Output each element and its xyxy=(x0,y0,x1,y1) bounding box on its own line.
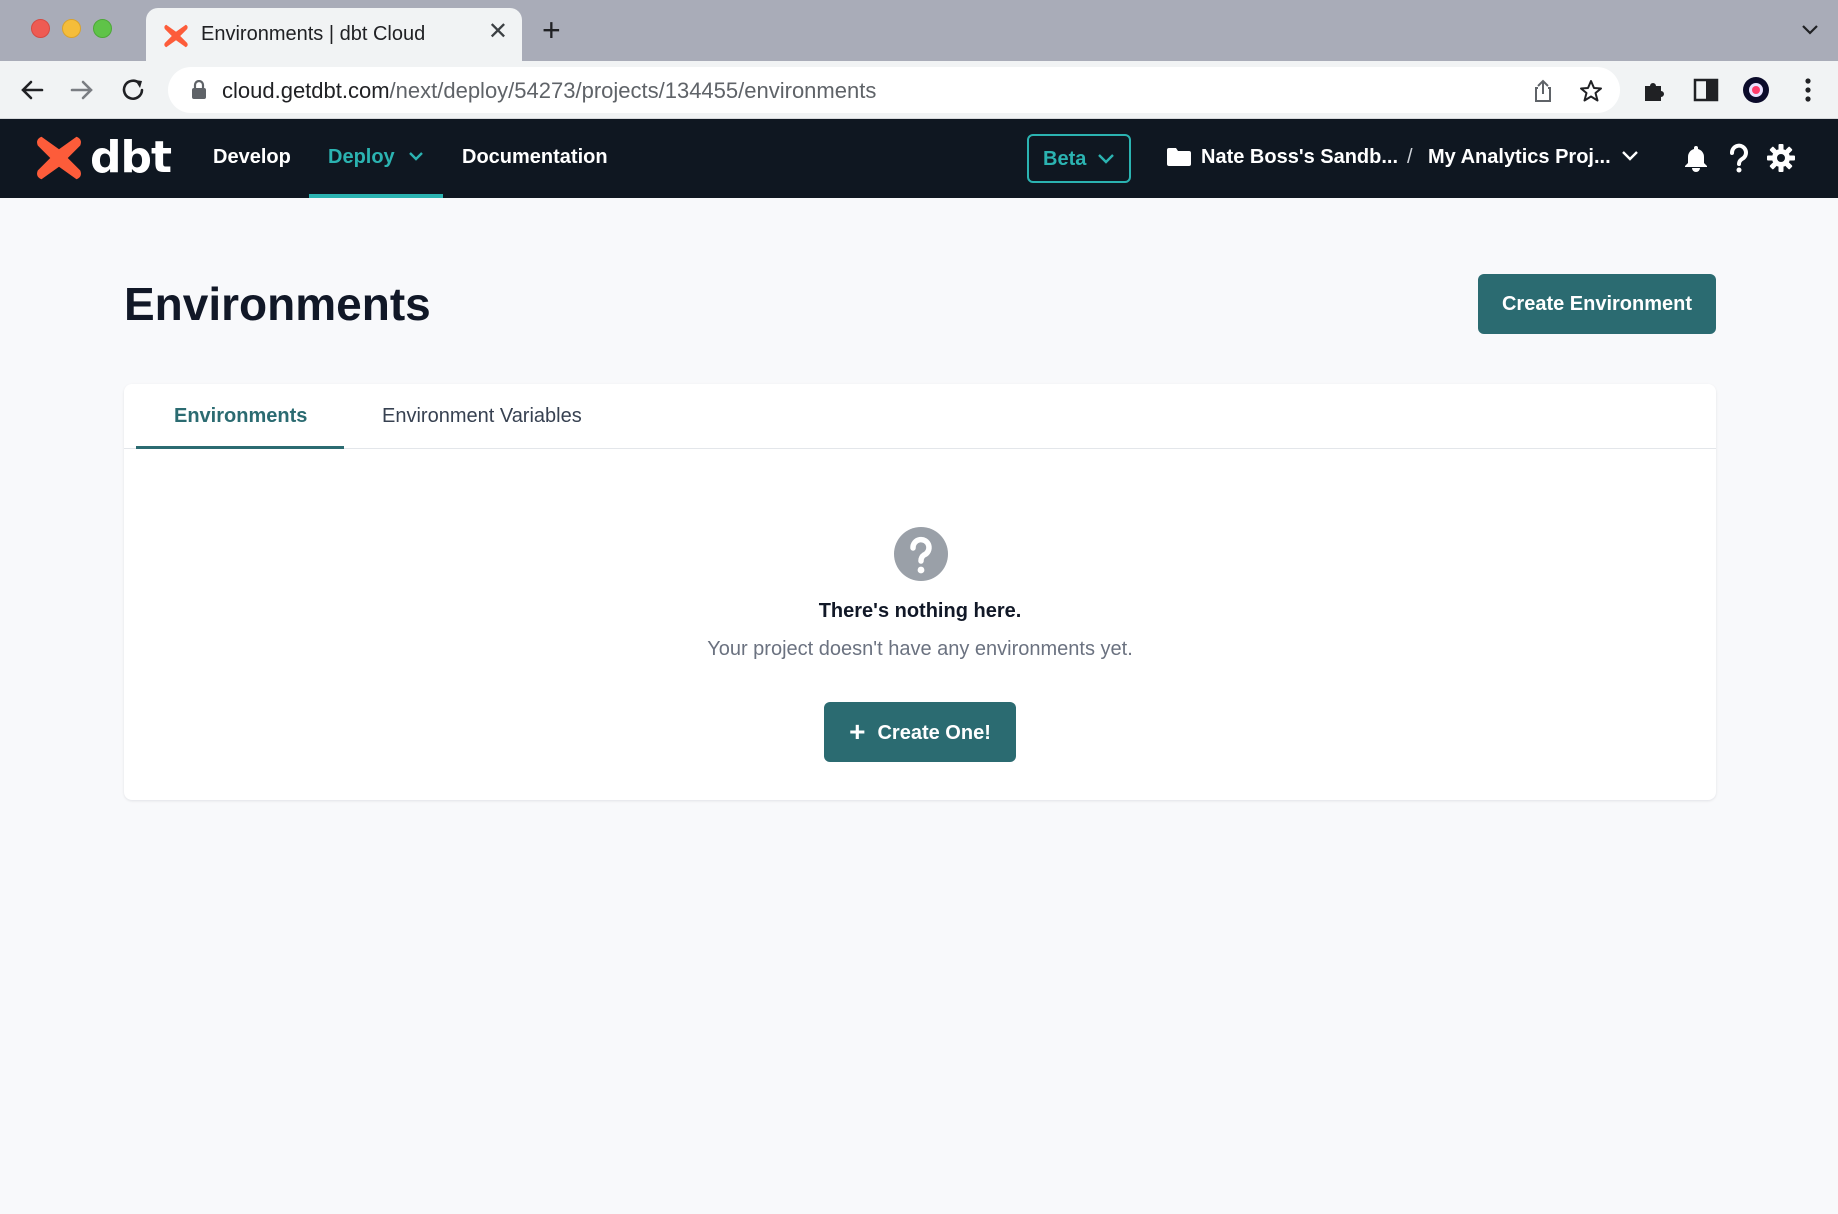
chevron-down-icon xyxy=(409,152,424,161)
plus-icon: + xyxy=(849,716,866,747)
new-tab-icon[interactable]: + xyxy=(542,14,561,46)
browser-menu-icon[interactable] xyxy=(1793,75,1823,105)
extensions-icon[interactable] xyxy=(1640,75,1670,105)
chevron-down-icon xyxy=(1622,151,1638,161)
account-name: Nate Boss's Sandb... xyxy=(1201,146,1399,168)
question-circle-icon xyxy=(894,527,948,581)
help-icon[interactable] xyxy=(1724,143,1754,173)
url-text: cloud.getdbt.com/next/deploy/54273/proje… xyxy=(222,78,876,104)
beta-label: Beta xyxy=(1043,148,1087,170)
nav-develop[interactable]: Develop xyxy=(213,146,291,169)
tab-bar: Environments Environment Variables xyxy=(124,384,1716,449)
tab-environments[interactable]: Environments xyxy=(174,405,307,428)
beta-dropdown[interactable]: Beta xyxy=(1027,134,1131,183)
browser-tab-strip: Environments | dbt Cloud ✕ + xyxy=(0,0,1838,61)
address-bar[interactable]: cloud.getdbt.com/next/deploy/54273/proje… xyxy=(168,67,1620,113)
project-name: My Analytics Proj... xyxy=(1428,146,1611,168)
logo-text: dbt xyxy=(90,132,172,183)
tab-search-chevron-icon[interactable] xyxy=(1800,20,1820,40)
nav-documentation[interactable]: Documentation xyxy=(462,146,608,169)
dbt-favicon-icon xyxy=(164,24,188,48)
nav-active-indicator xyxy=(309,194,443,198)
lock-icon[interactable] xyxy=(190,80,208,100)
profile-icon[interactable] xyxy=(1741,75,1771,105)
tab-environment-variables[interactable]: Environment Variables xyxy=(382,405,582,428)
url-domain: cloud.getdbt.com xyxy=(222,78,390,103)
create-one-label: Create One! xyxy=(877,722,991,744)
nav-deploy[interactable]: Deploy xyxy=(328,146,424,169)
close-tab-icon[interactable]: ✕ xyxy=(488,20,508,44)
browser-tab[interactable]: Environments | dbt Cloud ✕ xyxy=(146,8,522,61)
share-icon[interactable] xyxy=(1530,78,1556,104)
breadcrumb-separator: / xyxy=(1407,146,1413,168)
chevron-down-icon xyxy=(1098,154,1114,164)
reload-icon[interactable] xyxy=(117,74,149,106)
star-icon[interactable] xyxy=(1578,78,1604,104)
page-title: Environments xyxy=(124,278,431,330)
close-window-button[interactable] xyxy=(31,19,50,38)
tab-title: Environments | dbt Cloud xyxy=(201,23,426,45)
nav-deploy-label: Deploy xyxy=(328,146,395,168)
app-header: dbt Develop Deploy Documentation Beta Na… xyxy=(0,119,1838,198)
forward-icon[interactable] xyxy=(66,74,98,106)
dbt-logo[interactable]: dbt xyxy=(34,132,174,184)
tab-active-indicator xyxy=(136,446,344,449)
dbt-logo-icon xyxy=(37,136,81,180)
bell-icon[interactable] xyxy=(1681,143,1711,173)
create-environment-button[interactable]: Create Environment xyxy=(1478,274,1716,334)
url-path: /next/deploy/54273/projects/134455/envir… xyxy=(389,78,877,103)
folder-icon xyxy=(1167,148,1191,166)
empty-state-title: There's nothing here. xyxy=(818,600,1022,622)
empty-state-description: Your project doesn't have any environmen… xyxy=(707,638,1133,660)
create-one-button[interactable]: + Create One! xyxy=(824,702,1016,762)
back-icon[interactable] xyxy=(16,74,48,106)
maximize-window-button[interactable] xyxy=(93,19,112,38)
environments-card: Environments Environment Variables There… xyxy=(124,384,1716,800)
sidepanel-icon[interactable] xyxy=(1691,75,1721,105)
gear-icon[interactable] xyxy=(1766,143,1796,173)
browser-toolbar: cloud.getdbt.com/next/deploy/54273/proje… xyxy=(0,61,1838,119)
minimize-window-button[interactable] xyxy=(62,19,81,38)
